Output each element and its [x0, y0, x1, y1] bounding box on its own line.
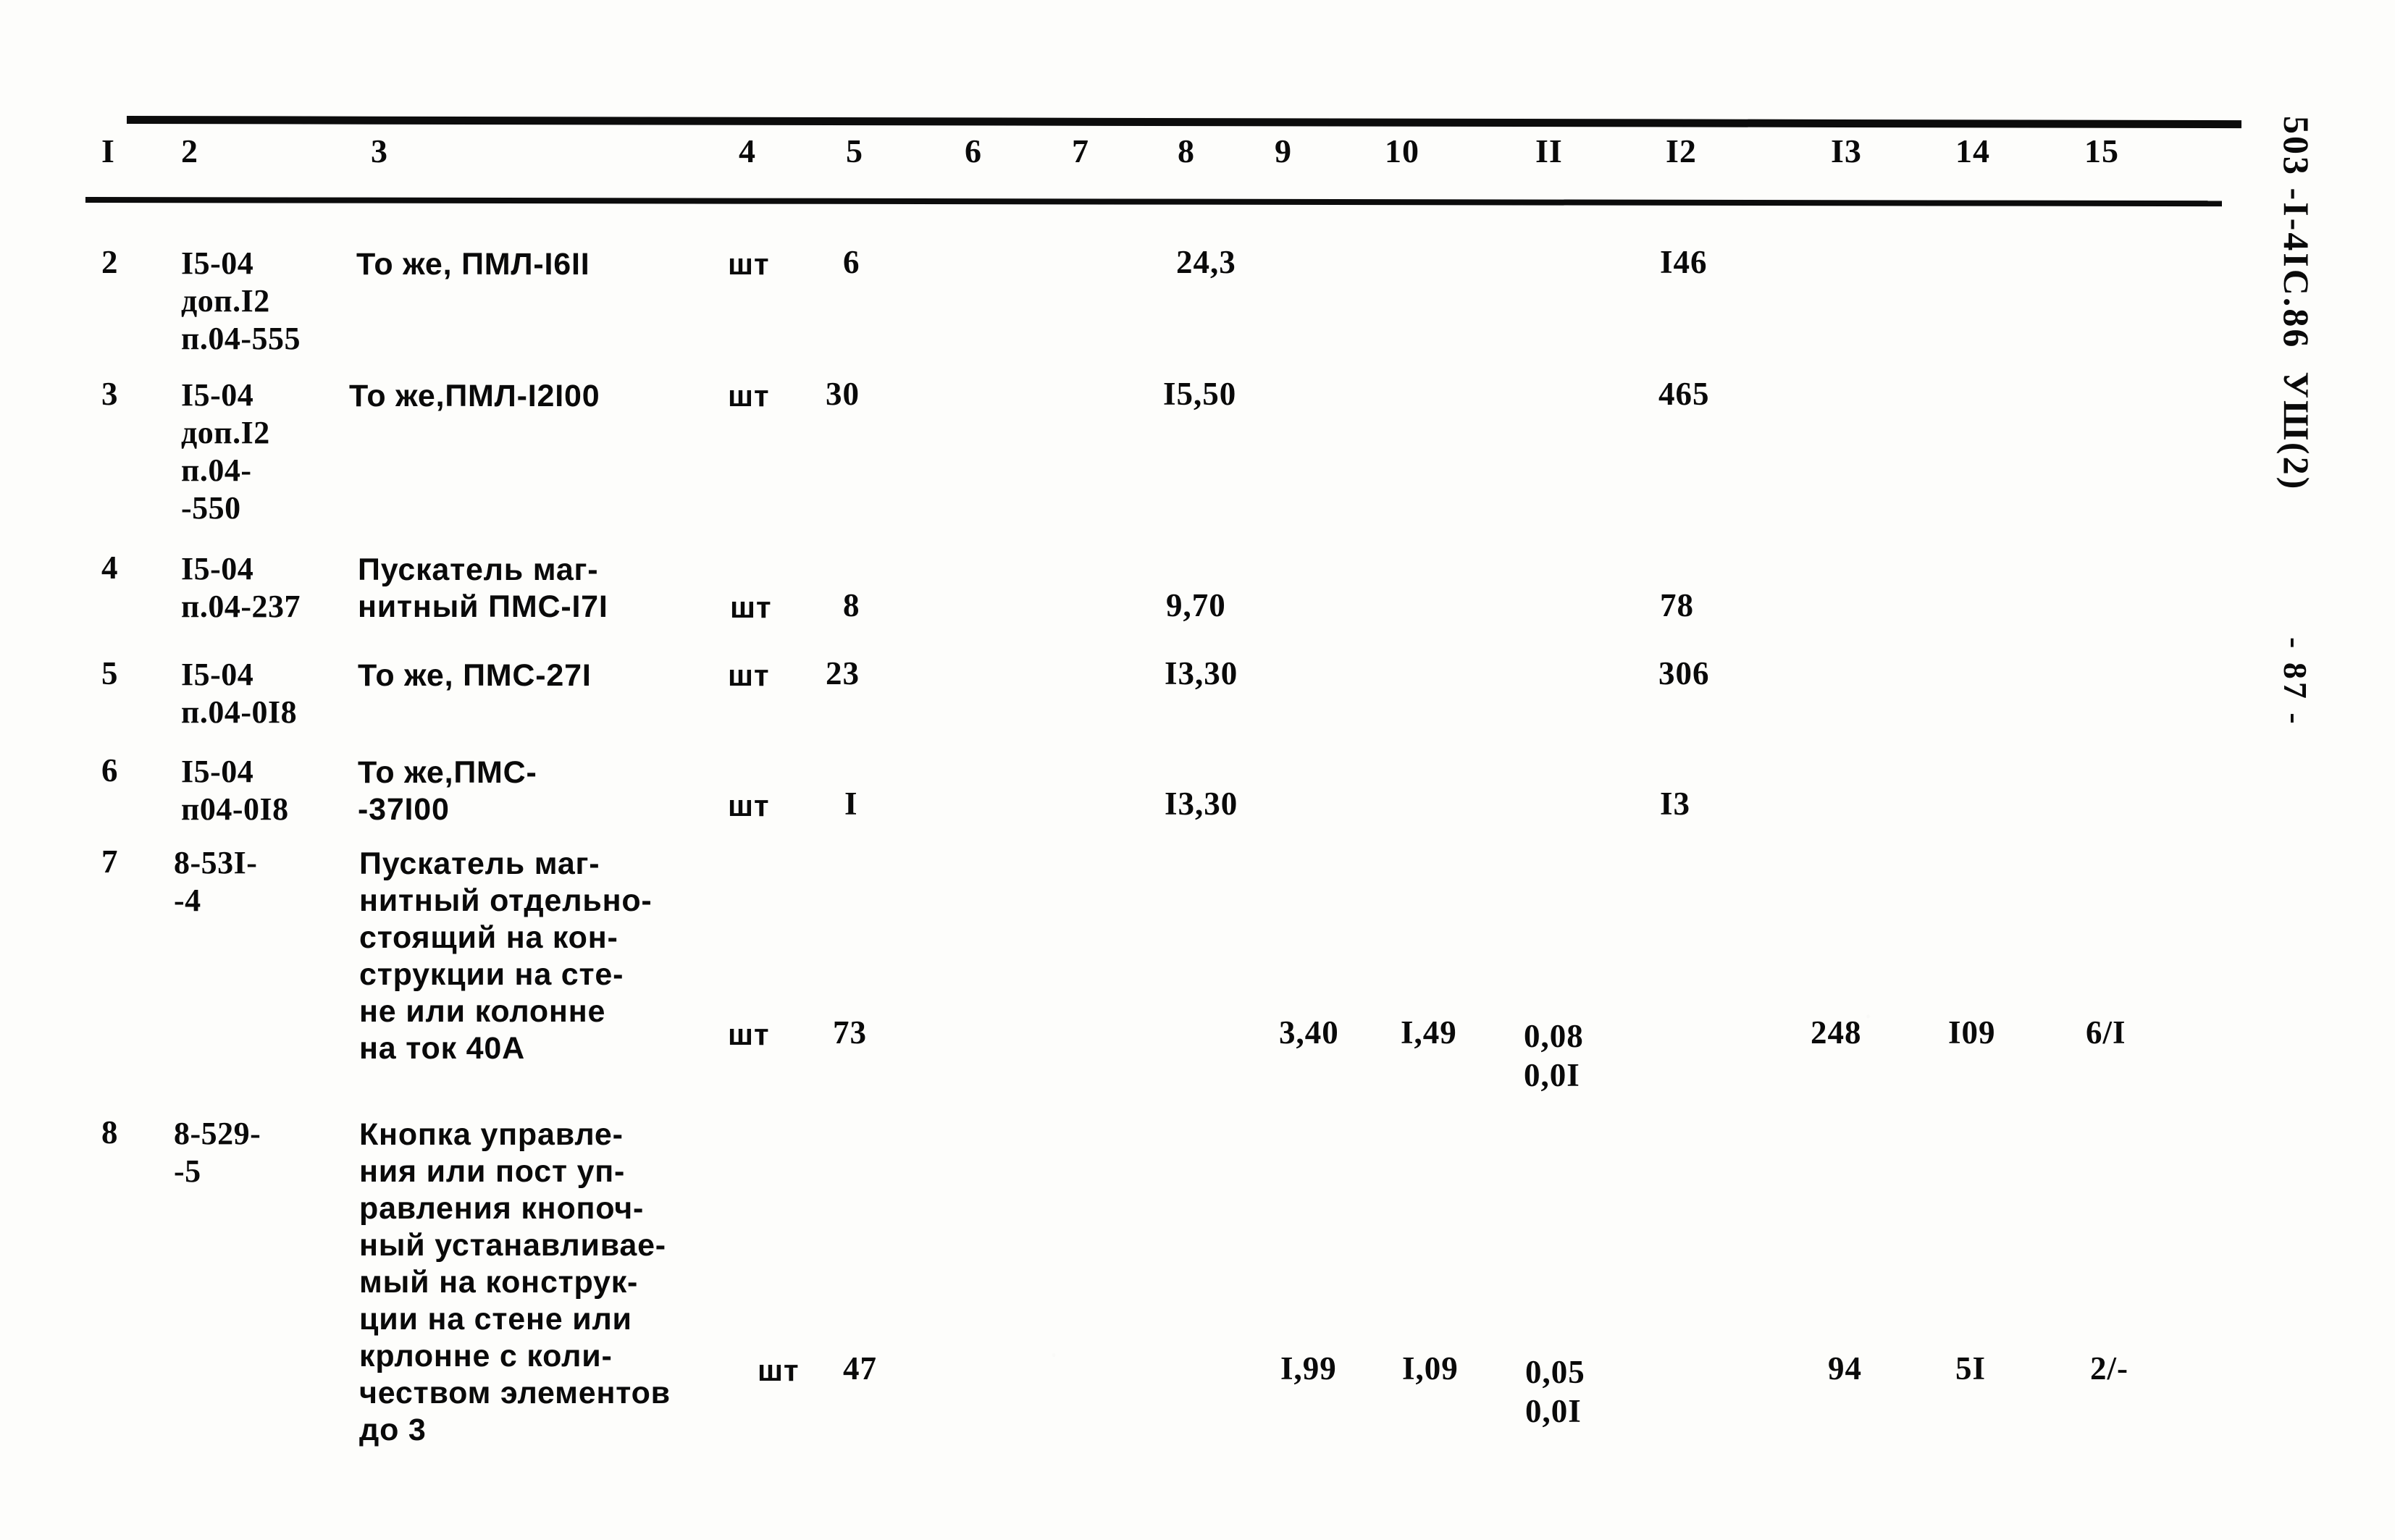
- table-row: 4: [101, 550, 119, 586]
- table-row: То же,ПМС- -37I00: [358, 755, 537, 827]
- table-row: 306: [1658, 655, 1710, 691]
- table-row: 8: [101, 1114, 119, 1150]
- table-row: 465: [1658, 376, 1710, 412]
- table-row: 3: [101, 376, 119, 412]
- table-top-rule: [126, 116, 2242, 129]
- table-row: 7: [101, 843, 119, 880]
- table-row: 47: [843, 1350, 877, 1387]
- page-marker: - 87 -: [2277, 637, 2314, 727]
- table-row: шт: [758, 1353, 800, 1387]
- column-header-7: 7: [1072, 132, 1089, 169]
- column-header-11: II: [1535, 132, 1563, 169]
- table-row: I5-04 доп.I2 п.04- -550: [181, 377, 270, 526]
- table-row: То же, ПМС-27I: [358, 658, 592, 693]
- column-header-5: 5: [846, 132, 863, 169]
- table-row: I5-04 п04-0I8: [181, 754, 289, 827]
- column-header-4: 4: [739, 132, 756, 169]
- table-row: 8: [843, 587, 860, 623]
- table-header-rule: [85, 197, 2223, 207]
- column-header-3: 3: [371, 132, 388, 169]
- column-header-14: 14: [1955, 132, 1990, 169]
- table-row: шт: [728, 1017, 770, 1051]
- table-row: I5-04 п.04-0I8: [181, 657, 298, 730]
- table-row: шт: [728, 379, 770, 413]
- column-header-10: 10: [1385, 132, 1419, 169]
- table-row: I5,50: [1163, 376, 1237, 412]
- table-row: I5-04 п.04-237: [181, 551, 301, 624]
- table-row: 5: [101, 655, 119, 691]
- column-header-15: 15: [2084, 132, 2119, 169]
- table-row: То же,ПМЛ-I2I00: [349, 379, 600, 413]
- table-row: 9,70: [1166, 587, 1226, 623]
- column-header-1: I: [101, 132, 115, 169]
- document-page: I 2 3 4 5 6 7 8 9 10 II I2 I3 14 15 2 I5…: [0, 0, 2395, 1540]
- column-header-6: 6: [965, 132, 982, 169]
- table-row: шт: [728, 247, 770, 281]
- column-header-13: I3: [1831, 132, 1862, 169]
- table-row: 6: [843, 244, 860, 280]
- table-row: 3,40: [1279, 1014, 1339, 1051]
- table-row: 30: [826, 376, 860, 412]
- table-row: Пускатель маг- нитный отдельно- стоящий …: [359, 846, 653, 1066]
- table-row: I46: [1660, 244, 1708, 280]
- table-row: 8-529- -5: [174, 1116, 261, 1189]
- table-row: I09: [1948, 1014, 1996, 1051]
- table-row: 73: [833, 1014, 867, 1051]
- table-row: 5I: [1955, 1350, 1987, 1387]
- table-row: I,09: [1402, 1350, 1459, 1387]
- table-row: I3,30: [1165, 655, 1238, 691]
- column-header-2: 2: [181, 132, 198, 169]
- table-row: 0,08 0,0I: [1524, 1018, 1584, 1093]
- table-row: 6: [101, 752, 119, 788]
- table-row: 8-53I- -4: [174, 845, 258, 918]
- column-header-9: 9: [1275, 132, 1292, 169]
- column-header-8: 8: [1178, 132, 1195, 169]
- table-row: 78: [1660, 587, 1694, 623]
- table-row: I: [844, 786, 858, 822]
- table-row: 6/I: [2086, 1014, 2126, 1051]
- table-row: 248: [1811, 1014, 1862, 1051]
- table-row: 2/-: [2090, 1350, 2128, 1387]
- document-side-stamp: 503 -I-4IC.86 УШ(2): [2276, 116, 2317, 492]
- table-row: I3,30: [1165, 786, 1238, 822]
- table-row: То же, ПМЛ-I6II: [356, 247, 590, 282]
- table-row: шт: [728, 658, 770, 692]
- table-row: 0,05 0,0I: [1525, 1354, 1585, 1429]
- table-row: I3: [1660, 786, 1691, 822]
- table-row: I5-04 доп.I2 п.04-555: [181, 245, 301, 356]
- table-row: Кнопка управле- ния или пост уп- равлени…: [359, 1117, 671, 1447]
- table-row: Пускатель маг- нитный ПМС-I7I: [358, 552, 608, 624]
- column-header-12: I2: [1666, 132, 1697, 169]
- table-row: I,99: [1280, 1350, 1337, 1387]
- table-row: шт: [728, 788, 770, 822]
- table-row: 2: [101, 244, 119, 280]
- table-row: I,49: [1401, 1014, 1457, 1051]
- table-row: 94: [1828, 1350, 1862, 1387]
- table-row: шт: [730, 590, 772, 624]
- table-row: 23: [826, 655, 860, 691]
- table-row: 24,3: [1176, 244, 1236, 280]
